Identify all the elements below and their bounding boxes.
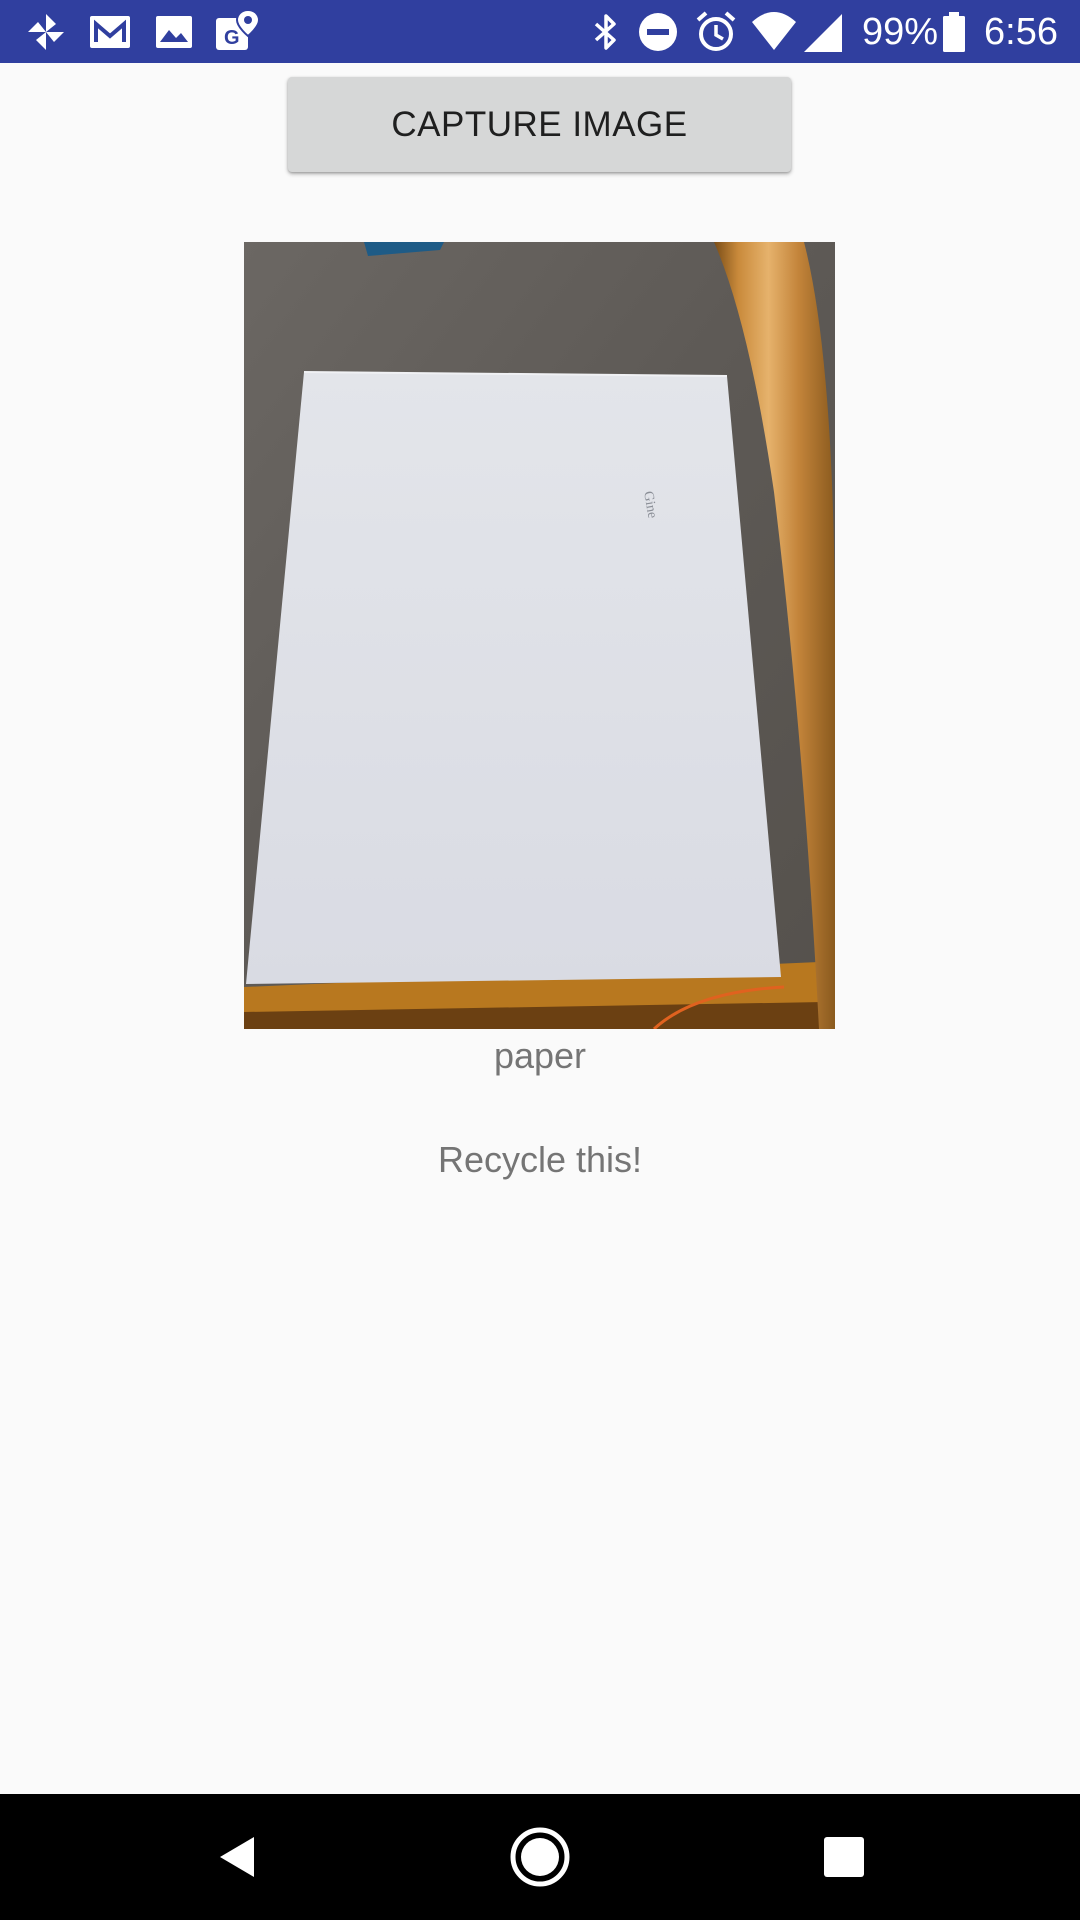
recents-icon[interactable]	[812, 1825, 876, 1889]
capture-image-button[interactable]: CAPTURE IMAGE	[288, 77, 791, 172]
battery-icon	[940, 8, 968, 56]
status-clock: 6:56	[984, 11, 1058, 53]
status-bar: G 99% 6:56	[0, 0, 1080, 63]
wifi-icon	[750, 8, 798, 56]
photos-icon	[150, 8, 198, 56]
navigation-bar	[0, 1794, 1080, 1920]
battery-percent: 99%	[862, 11, 939, 53]
back-icon[interactable]	[204, 1825, 268, 1889]
bluetooth-icon	[582, 8, 630, 56]
alarm-icon	[692, 8, 740, 56]
svg-text:G: G	[224, 27, 240, 49]
cell-signal-icon	[800, 8, 848, 56]
pinwheel-icon	[22, 8, 70, 56]
captured-photo: Gine	[244, 242, 835, 1029]
do-not-disturb-icon	[634, 8, 682, 56]
gmail-icon	[86, 8, 134, 56]
home-icon[interactable]	[508, 1825, 572, 1889]
recycle-message: Recycle this!	[437, 1139, 643, 1180]
classification-label: paper	[493, 1035, 587, 1076]
maps-icon: G	[212, 8, 260, 56]
